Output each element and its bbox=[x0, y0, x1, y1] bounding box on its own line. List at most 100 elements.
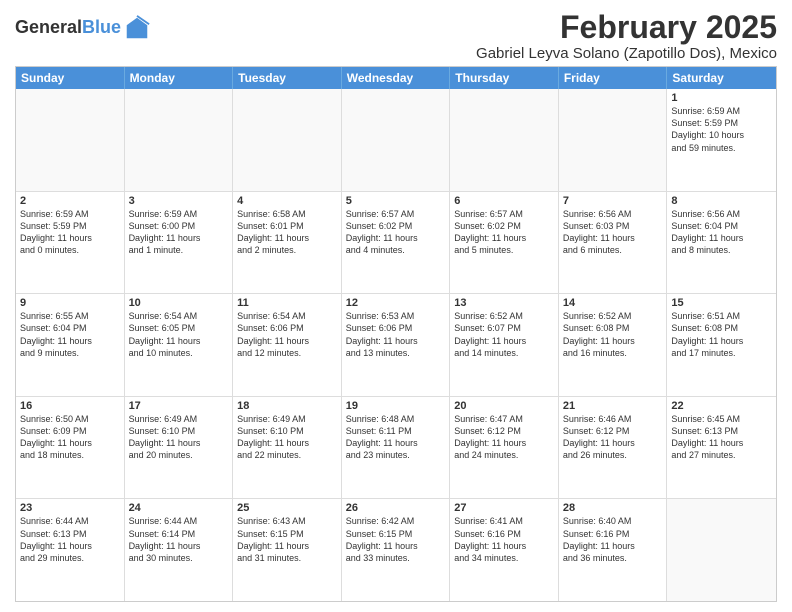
header-cell-saturday: Saturday bbox=[667, 67, 776, 89]
calendar-row-4: 16Sunrise: 6:50 AM Sunset: 6:09 PM Dayli… bbox=[16, 396, 776, 499]
empty-cell bbox=[450, 89, 559, 191]
day-info: Sunrise: 6:44 AM Sunset: 6:13 PM Dayligh… bbox=[20, 515, 120, 564]
header-cell-monday: Monday bbox=[125, 67, 234, 89]
day-info: Sunrise: 6:59 AM Sunset: 5:59 PM Dayligh… bbox=[671, 105, 772, 154]
day-cell-2: 2Sunrise: 6:59 AM Sunset: 5:59 PM Daylig… bbox=[16, 192, 125, 294]
empty-cell bbox=[667, 499, 776, 601]
day-info: Sunrise: 6:56 AM Sunset: 6:04 PM Dayligh… bbox=[671, 208, 772, 257]
day-info: Sunrise: 6:59 AM Sunset: 6:00 PM Dayligh… bbox=[129, 208, 229, 257]
calendar-header: SundayMondayTuesdayWednesdayThursdayFrid… bbox=[16, 67, 776, 89]
day-number: 27 bbox=[454, 502, 554, 514]
day-number: 11 bbox=[237, 297, 337, 309]
day-info: Sunrise: 6:53 AM Sunset: 6:06 PM Dayligh… bbox=[346, 310, 446, 359]
day-cell-7: 7Sunrise: 6:56 AM Sunset: 6:03 PM Daylig… bbox=[559, 192, 668, 294]
day-cell-12: 12Sunrise: 6:53 AM Sunset: 6:06 PM Dayli… bbox=[342, 294, 451, 396]
calendar-row-2: 2Sunrise: 6:59 AM Sunset: 5:59 PM Daylig… bbox=[16, 191, 776, 294]
day-cell-28: 28Sunrise: 6:40 AM Sunset: 6:16 PM Dayli… bbox=[559, 499, 668, 601]
day-number: 9 bbox=[20, 297, 120, 309]
logo-text: GeneralBlue bbox=[15, 14, 151, 42]
day-cell-17: 17Sunrise: 6:49 AM Sunset: 6:10 PM Dayli… bbox=[125, 397, 234, 499]
day-number: 16 bbox=[20, 400, 120, 412]
day-number: 22 bbox=[671, 400, 772, 412]
day-cell-6: 6Sunrise: 6:57 AM Sunset: 6:02 PM Daylig… bbox=[450, 192, 559, 294]
title-block: February 2025 Gabriel Leyva Solano (Zapo… bbox=[476, 10, 777, 62]
day-cell-21: 21Sunrise: 6:46 AM Sunset: 6:12 PM Dayli… bbox=[559, 397, 668, 499]
day-number: 14 bbox=[563, 297, 663, 309]
header: GeneralBlue February 2025 Gabriel Leyva … bbox=[15, 10, 777, 62]
empty-cell bbox=[233, 89, 342, 191]
day-cell-20: 20Sunrise: 6:47 AM Sunset: 6:12 PM Dayli… bbox=[450, 397, 559, 499]
day-info: Sunrise: 6:54 AM Sunset: 6:05 PM Dayligh… bbox=[129, 310, 229, 359]
day-number: 17 bbox=[129, 400, 229, 412]
day-info: Sunrise: 6:49 AM Sunset: 6:10 PM Dayligh… bbox=[129, 413, 229, 462]
day-cell-24: 24Sunrise: 6:44 AM Sunset: 6:14 PM Dayli… bbox=[125, 499, 234, 601]
day-number: 15 bbox=[671, 297, 772, 309]
day-info: Sunrise: 6:52 AM Sunset: 6:07 PM Dayligh… bbox=[454, 310, 554, 359]
day-number: 7 bbox=[563, 195, 663, 207]
header-cell-tuesday: Tuesday bbox=[233, 67, 342, 89]
header-cell-wednesday: Wednesday bbox=[342, 67, 451, 89]
day-number: 10 bbox=[129, 297, 229, 309]
day-info: Sunrise: 6:40 AM Sunset: 6:16 PM Dayligh… bbox=[563, 515, 663, 564]
day-number: 24 bbox=[129, 502, 229, 514]
logo: GeneralBlue bbox=[15, 14, 151, 42]
day-number: 19 bbox=[346, 400, 446, 412]
calendar: SundayMondayTuesdayWednesdayThursdayFrid… bbox=[15, 66, 777, 602]
day-number: 5 bbox=[346, 195, 446, 207]
day-number: 20 bbox=[454, 400, 554, 412]
logo-icon bbox=[123, 14, 151, 42]
sub-title: Gabriel Leyva Solano (Zapotillo Dos), Me… bbox=[476, 45, 777, 62]
header-cell-thursday: Thursday bbox=[450, 67, 559, 89]
day-info: Sunrise: 6:46 AM Sunset: 6:12 PM Dayligh… bbox=[563, 413, 663, 462]
day-info: Sunrise: 6:45 AM Sunset: 6:13 PM Dayligh… bbox=[671, 413, 772, 462]
day-number: 2 bbox=[20, 195, 120, 207]
day-cell-4: 4Sunrise: 6:58 AM Sunset: 6:01 PM Daylig… bbox=[233, 192, 342, 294]
empty-cell bbox=[342, 89, 451, 191]
calendar-row-1: 1Sunrise: 6:59 AM Sunset: 5:59 PM Daylig… bbox=[16, 89, 776, 191]
day-cell-18: 18Sunrise: 6:49 AM Sunset: 6:10 PM Dayli… bbox=[233, 397, 342, 499]
day-cell-23: 23Sunrise: 6:44 AM Sunset: 6:13 PM Dayli… bbox=[16, 499, 125, 601]
header-cell-friday: Friday bbox=[559, 67, 668, 89]
day-cell-14: 14Sunrise: 6:52 AM Sunset: 6:08 PM Dayli… bbox=[559, 294, 668, 396]
day-cell-3: 3Sunrise: 6:59 AM Sunset: 6:00 PM Daylig… bbox=[125, 192, 234, 294]
page: GeneralBlue February 2025 Gabriel Leyva … bbox=[0, 0, 792, 612]
day-info: Sunrise: 6:54 AM Sunset: 6:06 PM Dayligh… bbox=[237, 310, 337, 359]
day-cell-8: 8Sunrise: 6:56 AM Sunset: 6:04 PM Daylig… bbox=[667, 192, 776, 294]
day-cell-15: 15Sunrise: 6:51 AM Sunset: 6:08 PM Dayli… bbox=[667, 294, 776, 396]
day-cell-10: 10Sunrise: 6:54 AM Sunset: 6:05 PM Dayli… bbox=[125, 294, 234, 396]
day-info: Sunrise: 6:41 AM Sunset: 6:16 PM Dayligh… bbox=[454, 515, 554, 564]
day-number: 23 bbox=[20, 502, 120, 514]
day-cell-11: 11Sunrise: 6:54 AM Sunset: 6:06 PM Dayli… bbox=[233, 294, 342, 396]
day-info: Sunrise: 6:56 AM Sunset: 6:03 PM Dayligh… bbox=[563, 208, 663, 257]
day-cell-22: 22Sunrise: 6:45 AM Sunset: 6:13 PM Dayli… bbox=[667, 397, 776, 499]
day-number: 26 bbox=[346, 502, 446, 514]
logo-line2: Blue bbox=[82, 17, 121, 37]
day-info: Sunrise: 6:59 AM Sunset: 5:59 PM Dayligh… bbox=[20, 208, 120, 257]
day-cell-13: 13Sunrise: 6:52 AM Sunset: 6:07 PM Dayli… bbox=[450, 294, 559, 396]
day-number: 12 bbox=[346, 297, 446, 309]
day-info: Sunrise: 6:49 AM Sunset: 6:10 PM Dayligh… bbox=[237, 413, 337, 462]
day-cell-25: 25Sunrise: 6:43 AM Sunset: 6:15 PM Dayli… bbox=[233, 499, 342, 601]
empty-cell bbox=[125, 89, 234, 191]
day-info: Sunrise: 6:44 AM Sunset: 6:14 PM Dayligh… bbox=[129, 515, 229, 564]
main-title: February 2025 bbox=[476, 10, 777, 45]
day-info: Sunrise: 6:48 AM Sunset: 6:11 PM Dayligh… bbox=[346, 413, 446, 462]
day-info: Sunrise: 6:55 AM Sunset: 6:04 PM Dayligh… bbox=[20, 310, 120, 359]
empty-cell bbox=[559, 89, 668, 191]
day-number: 18 bbox=[237, 400, 337, 412]
calendar-body: 1Sunrise: 6:59 AM Sunset: 5:59 PM Daylig… bbox=[16, 89, 776, 601]
day-cell-5: 5Sunrise: 6:57 AM Sunset: 6:02 PM Daylig… bbox=[342, 192, 451, 294]
day-number: 1 bbox=[671, 92, 772, 104]
calendar-row-5: 23Sunrise: 6:44 AM Sunset: 6:13 PM Dayli… bbox=[16, 498, 776, 601]
day-number: 25 bbox=[237, 502, 337, 514]
day-cell-9: 9Sunrise: 6:55 AM Sunset: 6:04 PM Daylig… bbox=[16, 294, 125, 396]
day-number: 8 bbox=[671, 195, 772, 207]
day-cell-26: 26Sunrise: 6:42 AM Sunset: 6:15 PM Dayli… bbox=[342, 499, 451, 601]
day-info: Sunrise: 6:52 AM Sunset: 6:08 PM Dayligh… bbox=[563, 310, 663, 359]
day-number: 21 bbox=[563, 400, 663, 412]
day-cell-16: 16Sunrise: 6:50 AM Sunset: 6:09 PM Dayli… bbox=[16, 397, 125, 499]
day-number: 28 bbox=[563, 502, 663, 514]
day-number: 13 bbox=[454, 297, 554, 309]
day-info: Sunrise: 6:57 AM Sunset: 6:02 PM Dayligh… bbox=[454, 208, 554, 257]
calendar-row-3: 9Sunrise: 6:55 AM Sunset: 6:04 PM Daylig… bbox=[16, 293, 776, 396]
